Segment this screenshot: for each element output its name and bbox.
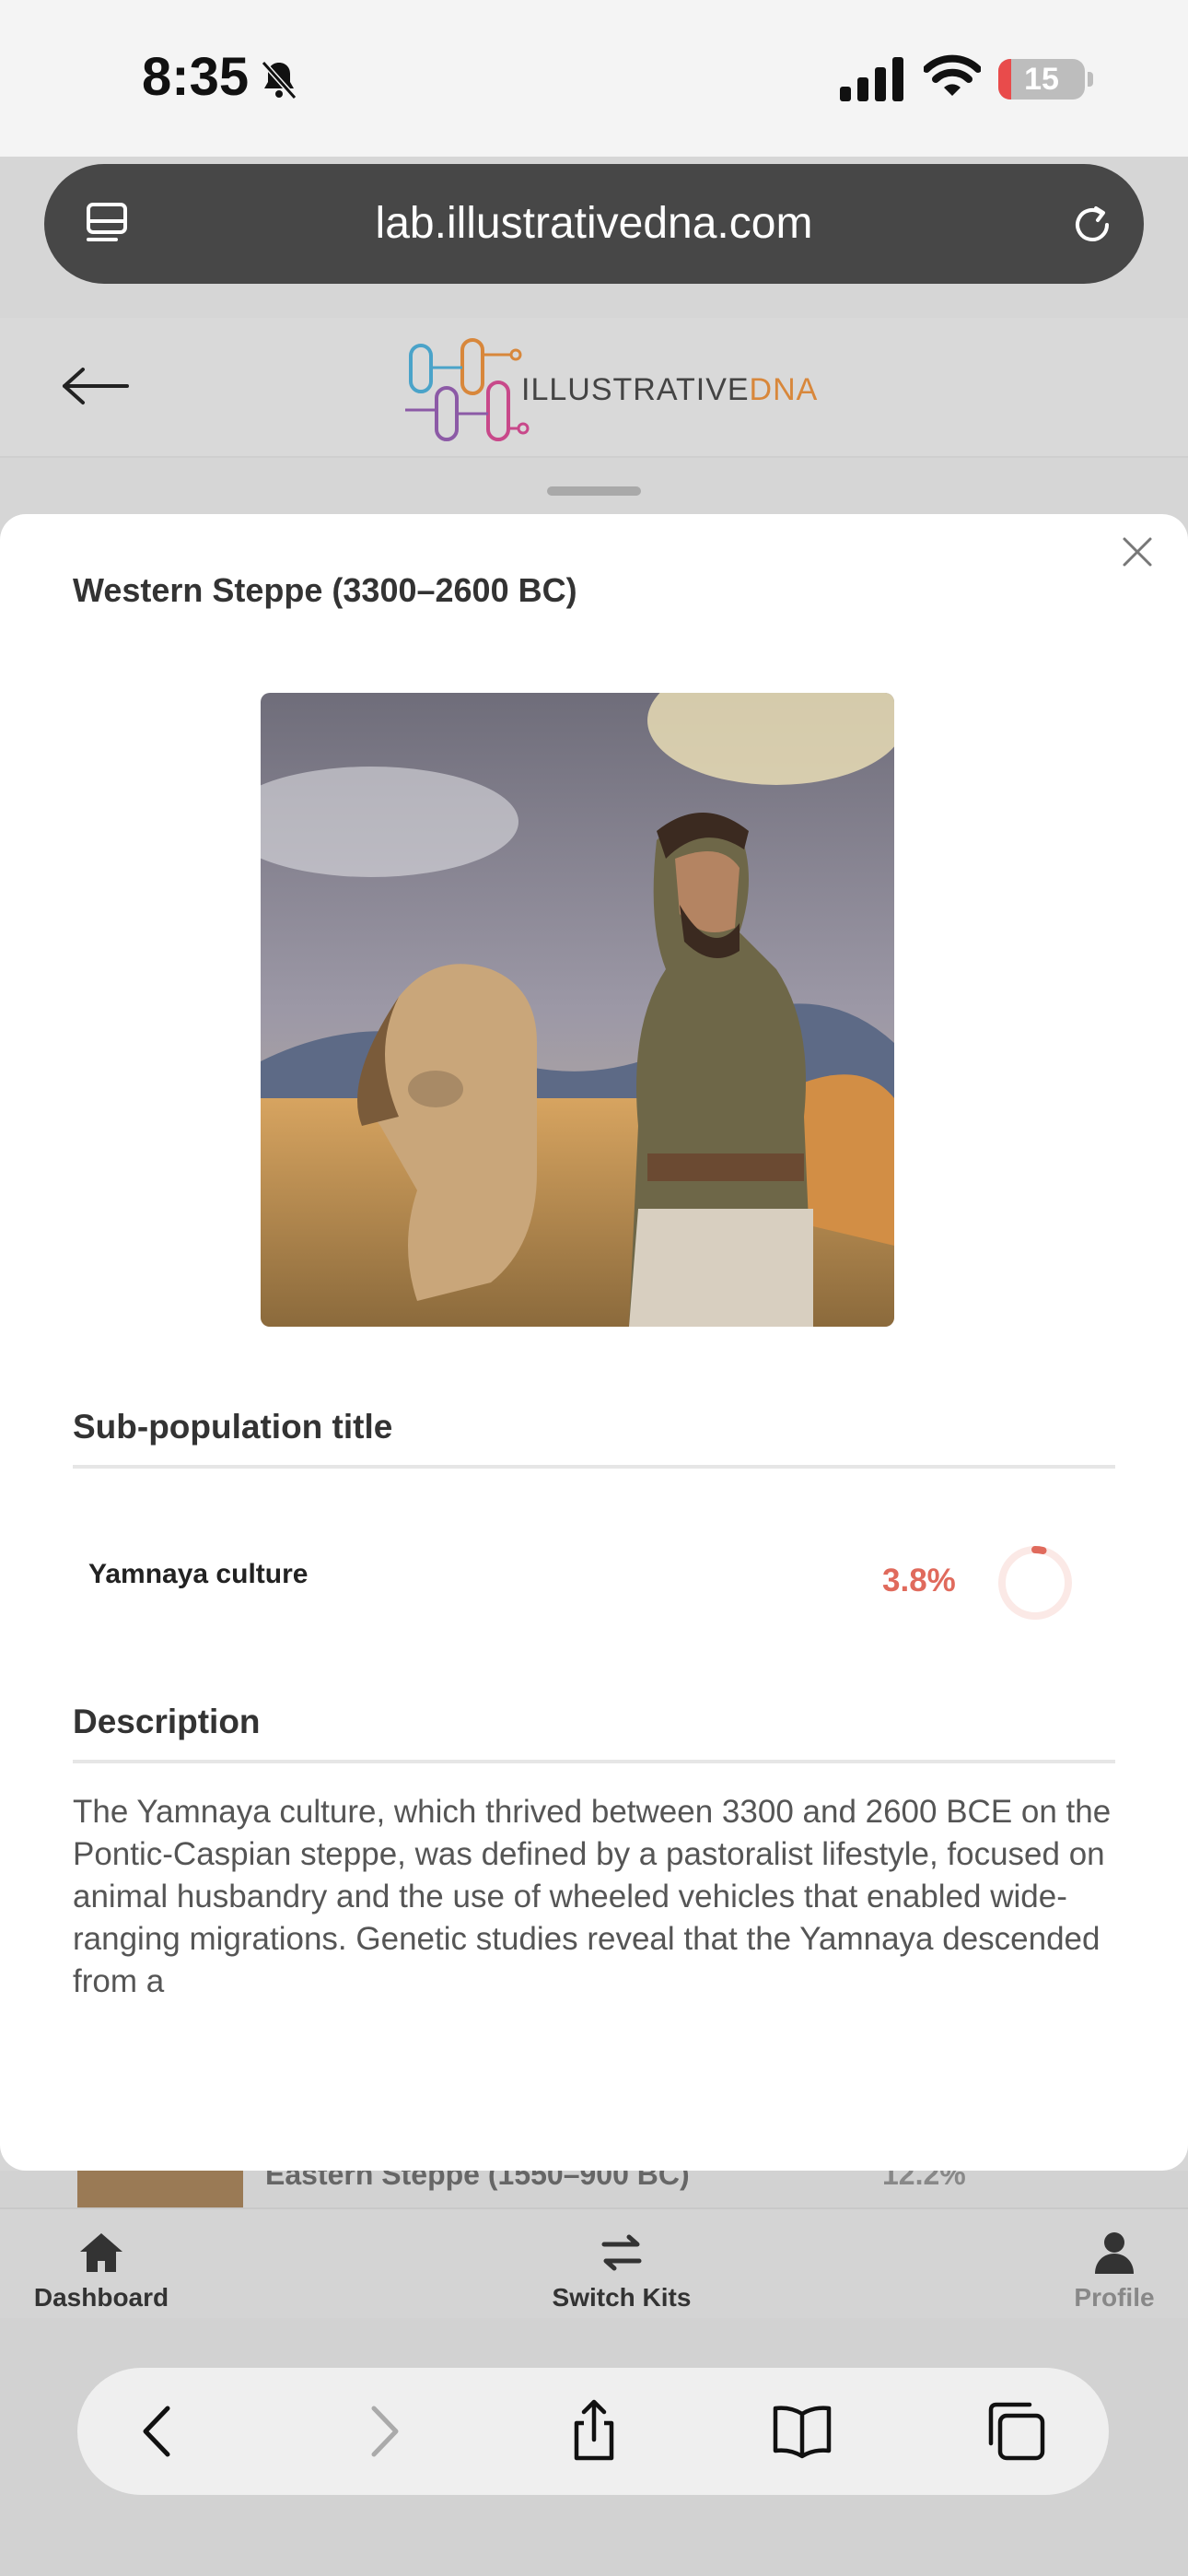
- address-bar[interactable]: lab.illustrativedna.com: [44, 164, 1144, 284]
- back-icon[interactable]: [129, 2399, 193, 2464]
- nav-label-profile: Profile: [1074, 2283, 1155, 2312]
- switch-arrows-icon: [601, 2234, 642, 2271]
- list-item-percent: 12.2%: [882, 2171, 966, 2191]
- logo-text-accent: DNA: [749, 372, 819, 407]
- subpopulation-progress-ring: [998, 1546, 1072, 1620]
- nav-label-dashboard: Dashboard: [33, 2283, 169, 2312]
- modal-title: Western Steppe (3300–2600 BC): [73, 571, 577, 609]
- nav-dashboard[interactable]: Dashboard: [18, 2228, 184, 2313]
- nav-label-switch-kits: Switch Kits: [552, 2283, 692, 2312]
- nav-switch-kits[interactable]: Switch Kits: [530, 2228, 714, 2313]
- background-list-item: Eastern Steppe (1550–900 BC) 12.2%: [0, 2171, 1188, 2207]
- list-item-thumbnail: [77, 2171, 243, 2207]
- url-text[interactable]: lab.illustrativedna.com: [44, 164, 1144, 284]
- safari-toolbar-pill: [77, 2368, 1109, 2495]
- share-icon[interactable]: [562, 2399, 626, 2464]
- subpopulation-heading: Sub-population title: [73, 1408, 393, 1446]
- description-text: The Yamnaya culture, which thrived betwe…: [73, 1794, 1112, 1999]
- person-icon: [1095, 2232, 1134, 2274]
- subpopulation-name: Yamnaya culture: [88, 1559, 309, 1589]
- bookmarks-icon[interactable]: [770, 2399, 834, 2464]
- silent-bell-icon: [261, 60, 297, 100]
- safari-toolbar: [0, 2318, 1188, 2576]
- subpopulation-divider: [73, 1465, 1115, 1469]
- reload-icon[interactable]: [1068, 201, 1116, 249]
- logo-text-main: ILLUSTRATIVE: [521, 372, 750, 407]
- back-arrow-icon[interactable]: [61, 366, 131, 406]
- list-item-label: Eastern Steppe (1550–900 BC): [265, 2171, 690, 2191]
- status-bar: 8:35 15: [0, 0, 1188, 157]
- status-time: 8:35: [142, 47, 250, 107]
- tabs-icon[interactable]: [984, 2399, 1048, 2464]
- sheet-handle[interactable]: [547, 486, 641, 496]
- app-bottom-nav: Dashboard Switch Kits Profile: [0, 2207, 1188, 2320]
- home-icon: [80, 2233, 122, 2272]
- subpopulation-percent: 3.8%: [882, 1563, 956, 1598]
- battery-tip: [1088, 72, 1093, 87]
- site-header: ILLUSTRATIVEDNA: [0, 318, 1188, 458]
- close-icon[interactable]: [1122, 536, 1153, 568]
- nav-profile[interactable]: Profile: [1059, 2228, 1170, 2313]
- battery-level: 15: [1024, 62, 1059, 97]
- cellular-signal-icon: [840, 57, 903, 101]
- forward-icon[interactable]: [348, 2399, 413, 2464]
- description-divider: [73, 1760, 1115, 1763]
- wifi-icon: [924, 54, 981, 96]
- yamnaya-herder-horse-image: [261, 693, 894, 1327]
- logo-wordmark: ILLUSTRATIVEDNA: [521, 372, 818, 408]
- description-heading: Description: [73, 1703, 261, 1740]
- battery-indicator: 15: [998, 59, 1085, 100]
